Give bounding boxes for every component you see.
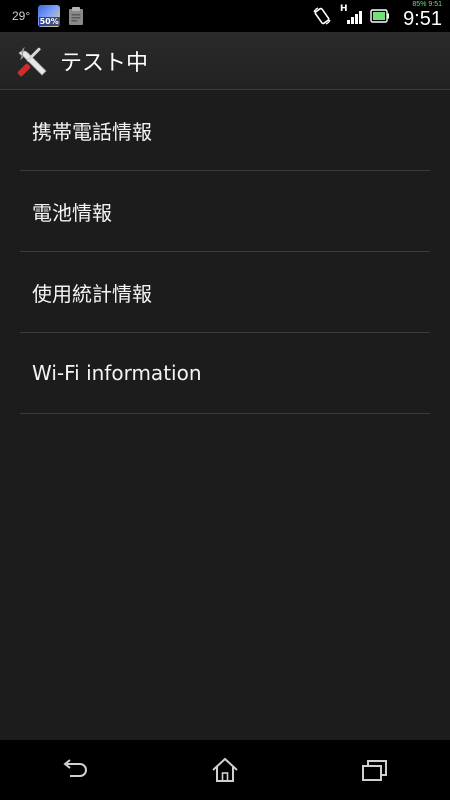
battery-icon	[370, 8, 390, 24]
tools-icon[interactable]	[16, 43, 52, 79]
menu-item-wifi-info[interactable]: Wi-Fi information	[20, 333, 430, 414]
weather-percent: 50%	[38, 17, 60, 26]
menu-item-battery-info[interactable]: 電池情報	[20, 171, 430, 252]
page-title: テスト中	[60, 50, 149, 76]
notification-area: 29° 50%	[0, 5, 84, 27]
clipboard-icon	[68, 6, 84, 26]
back-button[interactable]	[45, 745, 105, 795]
screen: 29° 50% H 85% 9:51 9:51 テスト中 携帯電話情報 電池情報…	[0, 0, 450, 800]
temperature-text: 29°	[12, 9, 31, 23]
menu-item-label: Wi-Fi information	[32, 361, 202, 385]
weather-icon: 50%	[38, 5, 61, 27]
menu-list: 携帯電話情報 電池情報 使用統計情報 Wi-Fi information	[20, 90, 430, 414]
action-bar: テスト中	[0, 32, 450, 90]
system-icons: H 85% 9:51 9:51	[312, 0, 442, 32]
home-icon	[212, 757, 238, 782]
back-icon	[63, 759, 87, 777]
navigation-bar	[0, 740, 450, 800]
clock-area: 85% 9:51 9:51	[398, 0, 442, 32]
rotate-icon	[312, 6, 332, 26]
battery-time-mini: 85% 9:51	[412, 1, 442, 8]
menu-item-label: 使用統計情報	[32, 281, 152, 306]
status-clock: 9:51	[403, 8, 442, 30]
recent-apps-button[interactable]	[345, 745, 405, 795]
home-button[interactable]	[195, 745, 255, 795]
menu-item-usage-stats[interactable]: 使用統計情報	[20, 252, 430, 333]
recent-apps-icon	[362, 760, 387, 781]
menu-item-phone-info[interactable]: 携帯電話情報	[20, 90, 430, 171]
status-bar: 29° 50% H 85% 9:51 9:51	[0, 0, 450, 32]
menu-item-label: 携帯電話情報	[32, 119, 152, 144]
menu-item-label: 電池情報	[32, 200, 112, 225]
signal-icon: H	[340, 4, 362, 26]
